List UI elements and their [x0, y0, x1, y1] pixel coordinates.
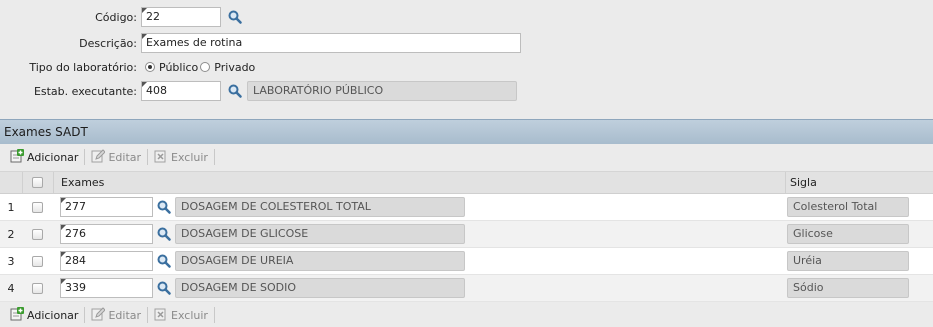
exame-code-input[interactable]: 277 [60, 197, 153, 217]
delete-button[interactable]: Excluir [150, 148, 212, 166]
col-sigla-header[interactable]: Sigla [790, 172, 817, 193]
descricao-input[interactable]: Exames de rotina [141, 33, 521, 53]
search-icon[interactable] [227, 9, 243, 25]
tipo-row: Tipo do laboratório: Público Privado [0, 56, 255, 78]
toolbar-divider [213, 149, 215, 165]
row-checkbox-cell [32, 221, 43, 247]
sigla-field: Glicose [787, 224, 909, 244]
toolbar-bottom: Adicionar Editar Excluir [0, 303, 933, 327]
grid-header: Exames Sigla [0, 171, 933, 194]
sigla-cell: Colesterol Total [787, 194, 909, 220]
table-row[interactable]: 1 277 DOSAGEM DE COLESTEROL TOTAL Colest… [0, 194, 933, 221]
add-button[interactable]: Adicionar [6, 148, 82, 166]
search-icon[interactable] [156, 199, 172, 215]
table-row[interactable]: 3 284 DOSAGEM DE UREIA Uréia [0, 248, 933, 275]
edit-button[interactable]: Editar [87, 306, 145, 324]
toolbar-divider [84, 149, 86, 165]
row-checkbox[interactable] [32, 282, 43, 294]
exame-code-input[interactable]: 276 [60, 224, 153, 244]
add-icon [10, 306, 24, 324]
section-title: Exames SADT [4, 125, 88, 139]
row-number: 3 [7, 254, 15, 268]
exame-cell: 277 DOSAGEM DE COLESTEROL TOTAL [60, 194, 465, 220]
delete-label: Excluir [171, 308, 208, 322]
sigla-cell: Uréia [787, 248, 909, 274]
estab-label: Estab. executante: [33, 84, 137, 98]
toolbar-divider [147, 307, 149, 323]
exame-code-input[interactable]: 339 [60, 278, 153, 298]
search-icon[interactable] [156, 253, 172, 269]
toolbar-divider [213, 307, 215, 323]
exame-name-field: DOSAGEM DE UREIA [175, 251, 465, 271]
table-row[interactable]: 2 276 DOSAGEM DE GLICOSE Glicose [0, 221, 933, 248]
exame-name-field: DOSAGEM DE COLESTEROL TOTAL [175, 197, 465, 217]
edit-label: Editar [108, 150, 142, 164]
col-exames-header[interactable]: Exames [61, 172, 104, 193]
row-checkbox[interactable] [32, 228, 43, 240]
tipo-label: Tipo do laboratório: [29, 60, 137, 74]
exame-cell: 276 DOSAGEM DE GLICOSE [60, 221, 465, 247]
descricao-label: Descrição: [79, 36, 137, 50]
section-header: Exames SADT [0, 119, 933, 144]
row-number: 2 [7, 227, 15, 241]
exames-grid: Exames Sigla 1 277 DOSAGEM DE COLESTEROL… [0, 171, 933, 302]
edit-button[interactable]: Editar [87, 148, 145, 166]
row-checkbox[interactable] [32, 255, 43, 267]
add-label: Adicionar [27, 150, 79, 164]
column-divider [53, 172, 54, 193]
row-checkbox-cell [32, 275, 43, 301]
codigo-label: Código: [95, 10, 137, 24]
edit-icon [91, 306, 107, 324]
sigla-field: Sódio [787, 278, 909, 298]
estab-name-field: LABORATÓRIO PÚBLICO [247, 81, 517, 101]
row-checkbox-cell [32, 248, 43, 274]
exame-name-field: DOSAGEM DE GLICOSE [175, 224, 465, 244]
edit-label: Editar [108, 308, 142, 322]
select-all-cell [32, 172, 43, 193]
search-icon[interactable] [156, 226, 172, 242]
privado-label[interactable]: Privado [214, 61, 255, 74]
sigla-cell: Glicose [787, 221, 909, 247]
delete-label: Excluir [171, 150, 208, 164]
row-checkbox[interactable] [32, 201, 43, 213]
row-number: 4 [7, 281, 15, 295]
search-icon[interactable] [227, 83, 243, 99]
descricao-row: Descrição: Exames de rotina [0, 32, 521, 54]
estab-row: Estab. executante: 408 LABORATÓRIO PÚBLI… [0, 80, 517, 102]
select-all-checkbox[interactable] [32, 177, 43, 188]
column-divider [22, 172, 23, 193]
toolbar-divider [147, 149, 149, 165]
publico-radio[interactable] [145, 62, 155, 72]
row-checkbox-cell [32, 194, 43, 220]
publico-label[interactable]: Público [159, 61, 198, 74]
edit-icon [91, 148, 107, 166]
table-row[interactable]: 4 339 DOSAGEM DE SODIO Sódio [0, 275, 933, 302]
toolbar-top: Adicionar Editar Excluir [0, 145, 933, 169]
codigo-row: Código: 22 [0, 6, 243, 28]
row-number: 1 [7, 200, 15, 214]
exame-code-input[interactable]: 284 [60, 251, 153, 271]
sigla-field: Colesterol Total [787, 197, 909, 217]
column-divider [785, 172, 786, 193]
codigo-input[interactable]: 22 [141, 7, 221, 27]
exame-cell: 339 DOSAGEM DE SODIO [60, 275, 465, 301]
add-label: Adicionar [27, 308, 79, 322]
sigla-cell: Sódio [787, 275, 909, 301]
exame-cell: 284 DOSAGEM DE UREIA [60, 248, 465, 274]
add-icon [10, 148, 24, 166]
add-button[interactable]: Adicionar [6, 306, 82, 324]
delete-icon [154, 149, 168, 166]
privado-radio[interactable] [200, 62, 211, 72]
sigla-field: Uréia [787, 251, 909, 271]
toolbar-divider [84, 307, 86, 323]
search-icon[interactable] [156, 280, 172, 296]
exame-name-field: DOSAGEM DE SODIO [175, 278, 465, 298]
estab-input[interactable]: 408 [141, 81, 221, 101]
delete-button[interactable]: Excluir [150, 306, 212, 324]
delete-icon [154, 307, 168, 324]
